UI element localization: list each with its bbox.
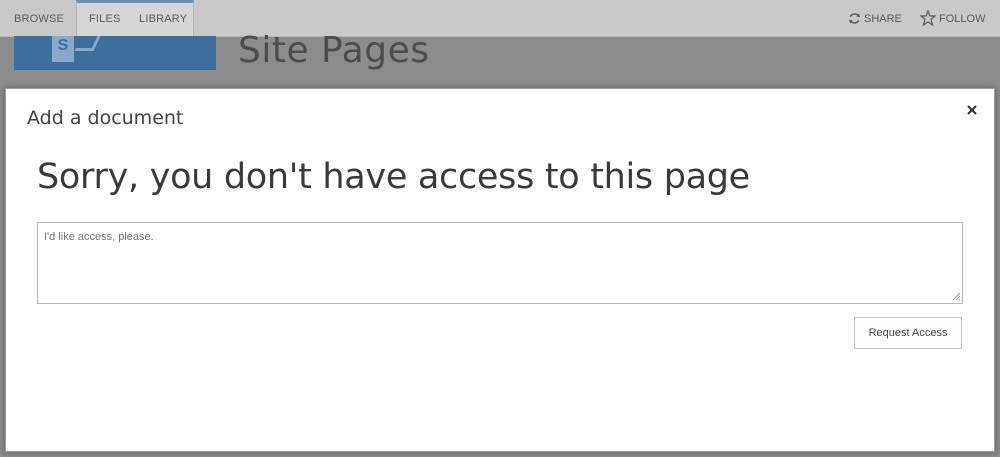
access-denied-heading: Sorry, you don't have access to this pag… (37, 157, 750, 197)
ribbon-tab-group: FILES LIBRARY (76, 0, 194, 36)
access-request-message[interactable] (37, 222, 963, 304)
resize-grip-icon[interactable] (952, 292, 961, 301)
logo-letter: S (52, 36, 74, 62)
follow-label: FOLLOW (939, 13, 986, 25)
site-logo[interactable]: S (14, 36, 216, 70)
tab-library[interactable]: LIBRARY (139, 0, 187, 36)
tab-files[interactable]: FILES (89, 0, 121, 36)
tab-browse[interactable]: BROWSE (14, 0, 64, 36)
follow-button[interactable]: FOLLOW (919, 0, 986, 36)
page-title: Site Pages (238, 30, 430, 71)
share-button[interactable]: SHARE (848, 0, 902, 36)
close-icon (967, 105, 977, 115)
logo-arrow-shape (74, 36, 101, 51)
request-access-button[interactable]: Request Access (854, 317, 962, 349)
ribbon-bar: BROWSE FILES LIBRARY SHARE FOLLOW (0, 0, 1000, 37)
add-document-dialog: Add a document Sorry, you don't have acc… (5, 88, 995, 452)
sync-icon (848, 12, 861, 24)
share-label: SHARE (864, 13, 902, 25)
dialog-title: Add a document (27, 107, 184, 129)
star-icon (919, 9, 937, 27)
close-button[interactable] (963, 101, 981, 119)
